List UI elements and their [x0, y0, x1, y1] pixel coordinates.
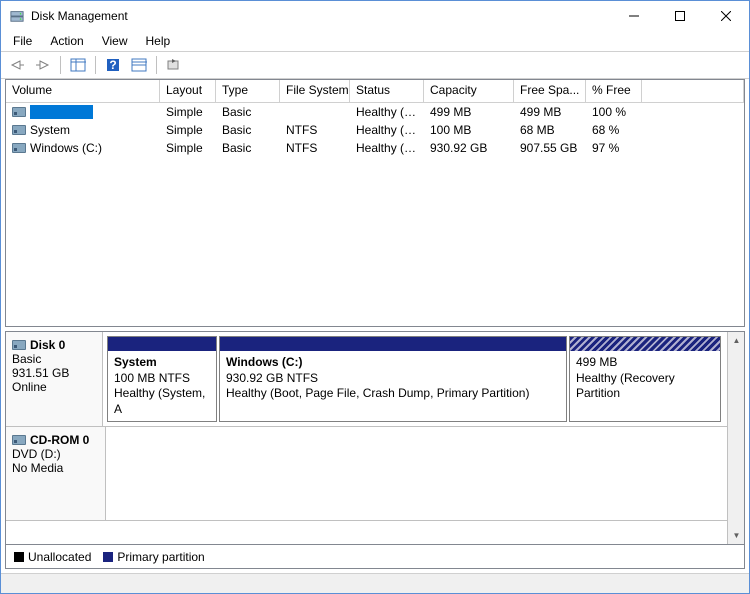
volume-name: System: [30, 123, 70, 137]
partition-header: [108, 337, 216, 351]
disk-row: Disk 0Basic931.51 GBOnlineSystem100 MB N…: [6, 332, 727, 427]
cell-free: 907.55 GB: [514, 141, 586, 155]
toolbar-separator: [95, 56, 96, 74]
titlebar: Disk Management: [1, 1, 749, 31]
cell-free: 68 MB: [514, 123, 586, 137]
back-button[interactable]: [5, 54, 29, 76]
legend-unallocated-label: Unallocated: [28, 550, 91, 564]
table-row[interactable]: Windows (C:) SimpleBasicNTFSHealthy (B...…: [6, 139, 744, 157]
svg-text:?: ?: [109, 58, 116, 72]
disk-row: CD-ROM 0DVD (D:)No Media: [6, 427, 727, 521]
show-hide-tree-button[interactable]: [66, 54, 90, 76]
cell-type: Basic: [216, 141, 280, 155]
drive-icon: [12, 143, 26, 153]
volume-name: [30, 105, 93, 119]
disk-icon: [12, 435, 26, 445]
cell-capacity: 100 MB: [424, 123, 514, 137]
statusbar: [1, 573, 749, 593]
menu-view[interactable]: View: [94, 32, 136, 50]
volume-name: Windows (C:): [30, 141, 102, 155]
col-filesystem[interactable]: File System: [280, 80, 350, 103]
partition-body: Windows (C:)930.92 GB NTFSHealthy (Boot,…: [220, 351, 566, 406]
table-row[interactable]: SimpleBasicHealthy (R...499 MB499 MB100 …: [6, 103, 744, 121]
disk-icon: [12, 340, 26, 350]
scroll-up-icon[interactable]: ▲: [728, 332, 745, 349]
cell-status: Healthy (B...: [350, 141, 424, 155]
minimize-button[interactable]: [611, 1, 657, 31]
col-type[interactable]: Type: [216, 80, 280, 103]
menu-action[interactable]: Action: [42, 32, 91, 50]
volume-list: Volume Layout Type File System Status Ca…: [5, 79, 745, 327]
legend-unallocated: Unallocated: [14, 550, 91, 564]
swatch-primary: [103, 552, 113, 562]
cell-layout: Simple: [160, 105, 216, 119]
table-row[interactable]: System SimpleBasicNTFSHealthy (S...100 MB…: [6, 121, 744, 139]
close-button[interactable]: [703, 1, 749, 31]
cell-type: Basic: [216, 105, 280, 119]
partition-body: 499 MBHealthy (Recovery Partition: [570, 351, 720, 406]
drive-icon: [12, 125, 26, 135]
cell-fs: NTFS: [280, 141, 350, 155]
col-volume[interactable]: Volume: [6, 80, 160, 103]
cell-free: 499 MB: [514, 105, 586, 119]
disk-title: Disk 0: [30, 338, 65, 352]
partition-header: [220, 337, 566, 351]
scroll-down-icon[interactable]: ▼: [728, 527, 745, 544]
column-headers: Volume Layout Type File System Status Ca…: [6, 80, 744, 103]
drive-icon: [12, 107, 26, 117]
vertical-scrollbar[interactable]: ▲ ▼: [727, 332, 744, 544]
forward-button[interactable]: [31, 54, 55, 76]
disk-partitions: [106, 427, 727, 520]
cell-capacity: 499 MB: [424, 105, 514, 119]
toolbar-separator: [60, 56, 61, 74]
disk-rows: Disk 0Basic931.51 GBOnlineSystem100 MB N…: [6, 332, 727, 544]
cell-type: Basic: [216, 123, 280, 137]
partition-body: System100 MB NTFSHealthy (System, A: [108, 351, 216, 421]
cell-capacity: 930.92 GB: [424, 141, 514, 155]
partition[interactable]: 499 MBHealthy (Recovery Partition: [569, 336, 721, 422]
cell-pct: 97 %: [586, 141, 642, 155]
app-icon: [9, 8, 25, 24]
legend-primary-label: Primary partition: [117, 550, 204, 564]
window-title: Disk Management: [31, 9, 611, 23]
settings-button[interactable]: [127, 54, 151, 76]
cell-status: Healthy (S...: [350, 123, 424, 137]
swatch-unallocated: [14, 552, 24, 562]
partition[interactable]: Windows (C:)930.92 GB NTFSHealthy (Boot,…: [219, 336, 567, 422]
cell-status: Healthy (R...: [350, 105, 424, 119]
partition-header: [570, 337, 720, 351]
disk-title: CD-ROM 0: [30, 433, 89, 447]
help-button[interactable]: ?: [101, 54, 125, 76]
cell-pct: 100 %: [586, 105, 642, 119]
graphical-view: Disk 0Basic931.51 GBOnlineSystem100 MB N…: [5, 331, 745, 545]
col-percent-free[interactable]: % Free: [586, 80, 642, 103]
col-capacity[interactable]: Capacity: [424, 80, 514, 103]
menubar: File Action View Help: [1, 31, 749, 51]
toolbar: ?: [1, 51, 749, 79]
cell-pct: 68 %: [586, 123, 642, 137]
col-layout[interactable]: Layout: [160, 80, 216, 103]
disk-partitions: System100 MB NTFSHealthy (System, AWindo…: [103, 332, 727, 426]
disk-info[interactable]: Disk 0Basic931.51 GBOnline: [6, 332, 103, 426]
maximize-button[interactable]: [657, 1, 703, 31]
menu-file[interactable]: File: [5, 32, 40, 50]
menu-help[interactable]: Help: [138, 32, 179, 50]
col-spacer: [642, 80, 744, 103]
disk-info[interactable]: CD-ROM 0DVD (D:)No Media: [6, 427, 106, 520]
window-controls: [611, 1, 749, 31]
content-area: Volume Layout Type File System Status Ca…: [1, 79, 749, 573]
col-status[interactable]: Status: [350, 80, 424, 103]
cell-fs: NTFS: [280, 123, 350, 137]
partition[interactable]: System100 MB NTFSHealthy (System, A: [107, 336, 217, 422]
col-free-space[interactable]: Free Spa...: [514, 80, 586, 103]
volume-rows: SimpleBasicHealthy (R...499 MB499 MB100 …: [6, 103, 744, 326]
toolbar-separator: [156, 56, 157, 74]
legend: Unallocated Primary partition: [5, 545, 745, 569]
cell-layout: Simple: [160, 141, 216, 155]
legend-primary: Primary partition: [103, 550, 204, 564]
refresh-button[interactable]: [162, 54, 186, 76]
cell-layout: Simple: [160, 123, 216, 137]
